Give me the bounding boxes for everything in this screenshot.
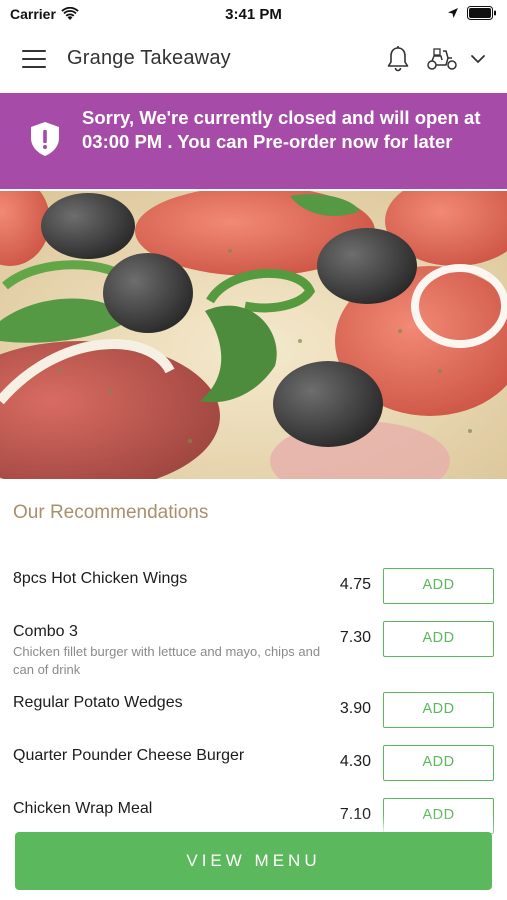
shield-alert-icon xyxy=(31,122,59,156)
hero-image xyxy=(0,191,507,479)
add-button[interactable]: ADD xyxy=(383,798,494,834)
banner-message: Sorry, We're currently closed and will o… xyxy=(82,107,481,152)
item-price: 3.90 xyxy=(339,700,371,717)
add-button[interactable]: ADD xyxy=(383,621,494,657)
section-title: Our Recommendations xyxy=(13,502,209,523)
list-item: 8pcs Hot Chicken Wings 4.75 ADD xyxy=(0,568,507,608)
item-name: Regular Potato Wedges xyxy=(13,694,183,711)
item-name: Combo 3 xyxy=(13,623,78,640)
item-name: Chicken Wrap Meal xyxy=(13,800,153,817)
add-button[interactable]: ADD xyxy=(383,568,494,604)
status-bar: Carrier 3:41 PM xyxy=(0,0,507,28)
list-item: Regular Potato Wedges 3.90 ADD xyxy=(0,692,507,732)
app-title: Grange Takeaway xyxy=(67,47,231,69)
item-price: 7.10 xyxy=(339,806,371,823)
item-price: 4.75 xyxy=(339,576,371,593)
scooter-icon[interactable] xyxy=(426,46,458,72)
view-menu-button[interactable]: VIEW MENU xyxy=(15,832,492,890)
item-name: 8pcs Hot Chicken Wings xyxy=(13,570,188,587)
navbar: Grange Takeaway xyxy=(0,28,507,92)
item-description: Chicken fillet burger with lettuce and m… xyxy=(13,644,321,677)
add-button[interactable]: ADD xyxy=(383,692,494,728)
add-button[interactable]: ADD xyxy=(383,745,494,781)
location-arrow-icon xyxy=(448,8,458,18)
chevron-down-icon[interactable] xyxy=(469,52,487,66)
menu-icon[interactable] xyxy=(22,50,46,70)
battery-icon xyxy=(467,6,496,20)
item-name: Quarter Pounder Cheese Burger xyxy=(13,747,245,764)
closed-banner: Sorry, We're currently closed and will o… xyxy=(0,93,507,189)
list-item: Quarter Pounder Cheese Burger 4.30 ADD xyxy=(0,745,507,785)
status-time: 3:41 PM xyxy=(225,6,282,23)
item-price: 7.30 xyxy=(339,629,371,646)
bell-icon[interactable] xyxy=(385,45,411,73)
item-price: 4.30 xyxy=(339,753,371,770)
list-item: Combo 3 Chicken fillet burger with lettu… xyxy=(0,621,507,681)
pizza-image xyxy=(0,191,507,479)
